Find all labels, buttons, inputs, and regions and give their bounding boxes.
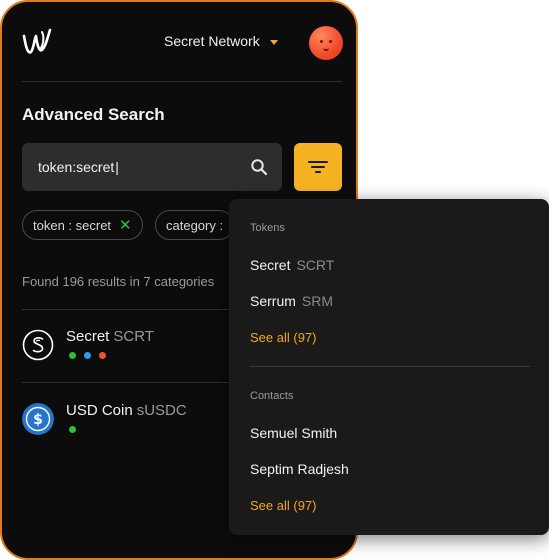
search-input[interactable]: token:secret	[22, 143, 282, 191]
status-dot	[69, 426, 76, 433]
chip-label: token : secret	[33, 217, 112, 233]
dropdown-divider	[250, 366, 530, 367]
filter-button[interactable]	[294, 143, 342, 191]
avatar-eye	[329, 40, 332, 43]
status-dot	[84, 352, 91, 359]
avatar[interactable]	[309, 26, 343, 60]
header-divider	[22, 81, 342, 82]
avatar-mouth	[323, 46, 329, 51]
close-icon[interactable]: ✕	[119, 216, 132, 234]
filter-icon	[311, 166, 325, 168]
svg-text:$: $	[33, 412, 43, 428]
network-label: Secret Network	[164, 33, 260, 49]
tokens-section-header: Tokens	[250, 222, 285, 234]
suggestion-token-item[interactable]: Serrum SRM	[250, 293, 333, 309]
search-suggestions-dropdown: Tokens Secret SCRT Serrum SRM See all (97)…	[229, 199, 549, 535]
suggestion-contact-item[interactable]: Septim Radjesh	[250, 461, 349, 477]
chip-label: category :	[166, 217, 224, 233]
chevron-down-icon	[269, 39, 278, 45]
token-symbol: SRM	[301, 293, 334, 309]
see-all-tokens-link[interactable]: See all (97)	[250, 330, 316, 345]
token-name: USD Coin sUSDC	[66, 402, 187, 419]
contacts-section-header: Contacts	[250, 390, 294, 402]
app-logo-icon[interactable]	[20, 26, 54, 60]
token-symbol: SCRT	[296, 257, 335, 273]
avatar-eye	[320, 40, 323, 43]
suggestion-contact-item[interactable]: Semuel Smith	[250, 425, 337, 441]
see-all-contacts-link[interactable]: See all (97)	[250, 498, 316, 513]
status-dots	[69, 426, 76, 433]
status-dot	[69, 352, 76, 359]
search-value: token:secret	[38, 159, 119, 175]
network-selector[interactable]: Secret Network	[164, 33, 278, 49]
token-symbol: SCRT	[113, 328, 154, 345]
usd-coin-icon: $	[22, 403, 54, 435]
token-symbol: sUSDC	[136, 402, 187, 419]
filter-chip-token[interactable]: token : secret ✕	[22, 210, 143, 240]
token-name: Secret SCRT	[66, 328, 154, 345]
filter-icon	[315, 171, 321, 173]
status-dots	[69, 352, 106, 359]
suggestion-token-item[interactable]: Secret SCRT	[250, 257, 334, 273]
search-icon[interactable]	[250, 158, 268, 176]
page-title: Advanced Search	[22, 105, 165, 124]
results-summary: Found 196 results in 7 categories	[22, 274, 215, 289]
secret-token-icon	[22, 329, 54, 361]
filter-icon	[308, 161, 328, 163]
filter-chip-category[interactable]: category :	[155, 210, 235, 240]
status-dot	[99, 352, 106, 359]
